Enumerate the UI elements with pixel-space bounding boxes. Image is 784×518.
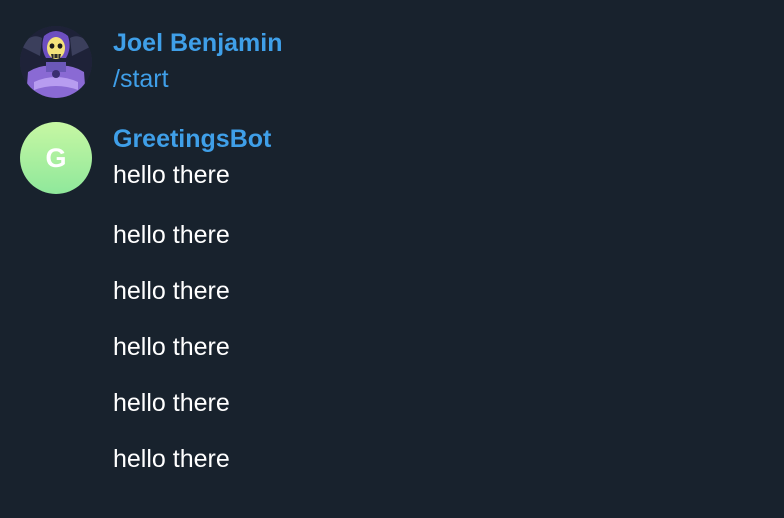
- user-avatar[interactable]: [20, 26, 92, 98]
- sender-name[interactable]: Joel Benjamin: [113, 27, 283, 59]
- skeletor-avatar-icon: [20, 26, 92, 98]
- message-text: hello there: [113, 389, 230, 417]
- message-text: hello there: [113, 277, 230, 305]
- message-text: hello there: [113, 445, 230, 473]
- chat-history: Joel Benjamin /start G GreetingsBot hell…: [0, 0, 784, 518]
- message-text: hello there: [113, 221, 230, 249]
- command-message[interactable]: /start: [113, 63, 169, 95]
- message-text: hello there: [113, 333, 230, 361]
- bot-avatar[interactable]: G: [20, 122, 92, 194]
- message-text: hello there: [113, 161, 230, 189]
- avatar-initial: G: [45, 142, 67, 173]
- sender-name[interactable]: GreetingsBot: [113, 123, 271, 155]
